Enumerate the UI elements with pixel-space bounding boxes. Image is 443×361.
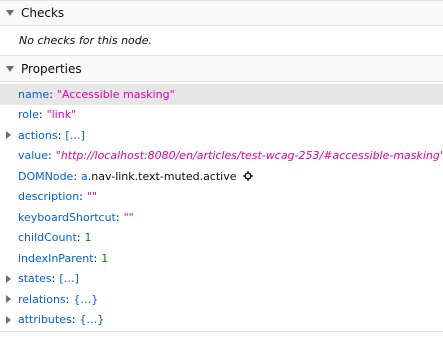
property-value: "" (123, 210, 134, 224)
property-value: […] (65, 128, 85, 142)
property-row-description[interactable]: description: "" (0, 187, 443, 208)
property-row-attributes[interactable]: attributes: {…} (0, 310, 443, 331)
checks-section: Checks No checks for this node. (0, 0, 443, 56)
colon: : (71, 313, 76, 327)
expand-arrow-icon[interactable] (6, 10, 14, 16)
property-key: states (18, 272, 52, 286)
colon: : (73, 169, 78, 183)
colon: : (48, 149, 52, 163)
property-row-keyboardshortcut[interactable]: keyboardShortcut: "" (0, 207, 443, 228)
property-row-role[interactable]: role: "link" (0, 105, 443, 126)
property-row-domnode[interactable]: DOMNode: a.nav-link.text-muted.active (0, 166, 443, 187)
dom-node-tag: a (81, 169, 88, 183)
property-value: […] (59, 272, 79, 286)
property-key: childCount (18, 231, 77, 245)
property-value: "http://localhost:8080/en/articles/test-… (55, 149, 443, 163)
property-value: {…} (79, 313, 105, 327)
colon: : (38, 108, 43, 122)
property-value: 1 (101, 251, 109, 265)
select-node-icon[interactable] (242, 171, 253, 182)
property-key: indexInParent (18, 251, 94, 265)
property-key: attributes (18, 313, 72, 327)
property-key: description (18, 190, 80, 204)
checks-header[interactable]: Checks (0, 0, 443, 26)
collapsed-arrow-icon[interactable] (6, 131, 11, 140)
property-row-value[interactable]: value: "http://localhost:8080/en/article… (0, 146, 443, 167)
colon: : (57, 128, 62, 142)
property-key: actions (18, 128, 58, 142)
property-key: relations (18, 292, 66, 306)
properties-header[interactable]: Properties (0, 56, 443, 82)
property-key: DOMNode (18, 169, 74, 183)
checks-empty-message: No checks for this node. (0, 26, 443, 56)
property-row-actions[interactable]: actions: […] (0, 125, 443, 146)
property-key: role (18, 108, 39, 122)
property-key: value (18, 149, 49, 163)
property-key: keyboardShortcut (18, 210, 116, 224)
property-row-states[interactable]: states: […] (0, 269, 443, 290)
colon: : (51, 272, 56, 286)
properties-title: Properties (21, 61, 82, 76)
property-row-childcount[interactable]: childCount: 1 (0, 228, 443, 249)
collapsed-arrow-icon[interactable] (6, 315, 11, 324)
property-value: "" (86, 190, 98, 204)
properties-section: Properties name: "Accessible masking" ro… (0, 56, 443, 332)
colon: : (65, 292, 70, 306)
checks-title: Checks (21, 6, 65, 20)
property-value: "Accessible masking" (56, 87, 175, 101)
divider (0, 331, 443, 332)
property-row-indexinparent[interactable]: indexInParent: 1 (0, 248, 443, 269)
property-value: {…} (73, 292, 99, 306)
colon: : (76, 231, 81, 245)
property-value: 1 (84, 231, 92, 245)
property-row-relations[interactable]: relations: {…} (0, 289, 443, 310)
collapsed-arrow-icon[interactable] (6, 295, 11, 304)
colon: : (93, 251, 98, 265)
colon: : (115, 210, 120, 224)
expand-arrow-icon[interactable] (6, 65, 14, 72)
colon: : (49, 87, 53, 101)
collapsed-arrow-icon[interactable] (6, 274, 11, 283)
properties-tree: name: "Accessible masking" role: "link" … (0, 82, 443, 332)
dom-node-link[interactable]: a.nav-link.text-muted.active (81, 170, 236, 183)
property-value: "link" (46, 108, 77, 122)
dom-node-classes: .nav-link.text-muted.active (87, 169, 237, 183)
colon: : (79, 190, 83, 204)
property-key: name (18, 87, 50, 101)
property-row-name[interactable]: name: "Accessible masking" (0, 84, 443, 105)
